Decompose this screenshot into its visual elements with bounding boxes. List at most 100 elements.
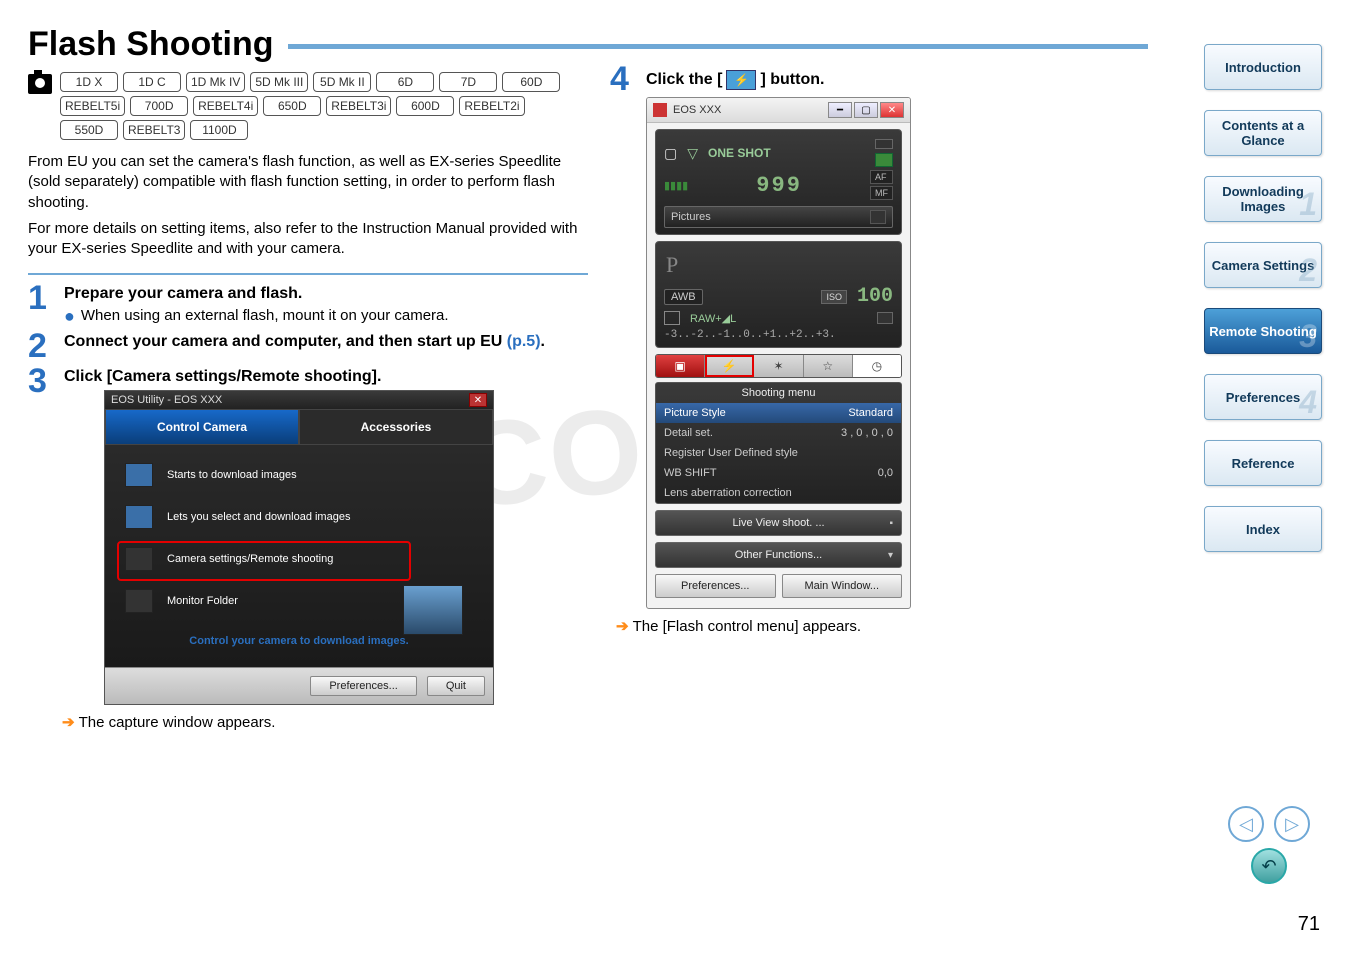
step-1: 1 Prepare your camera and flash. ● When … — [28, 285, 588, 325]
sidebar-item[interactable]: Remote Shooting3 — [1204, 308, 1322, 354]
exposure-scale: -3..-2..-1..0..+1..+2..+3. — [664, 329, 893, 341]
next-page-button[interactable]: ▷ — [1274, 806, 1310, 842]
sidebar-item[interactable]: Index — [1204, 506, 1322, 552]
menu-row[interactable]: Detail set.3 , 0 , 0 , 0 — [656, 423, 901, 443]
menu-row[interactable]: Register User Defined style — [656, 443, 901, 463]
eu-title: EOS Utility - EOS XXX — [111, 394, 469, 406]
menu-title: Shooting menu — [656, 383, 901, 403]
step-3-note: ➔ The capture window appears. — [62, 713, 1148, 731]
cw-preferences-button[interactable]: Preferences... — [655, 574, 776, 598]
page-title: Flash Shooting — [28, 25, 274, 64]
close-icon[interactable]: ✕ — [469, 393, 487, 407]
camera-badge: REBELT3i — [326, 96, 391, 116]
minimize-icon[interactable]: ━ — [828, 102, 852, 118]
menu-row[interactable]: Picture StyleStandard — [656, 403, 901, 423]
eu-item-settings[interactable]: Camera settings/Remote shooting — [125, 547, 473, 571]
folder-icon[interactable] — [870, 210, 886, 224]
menu-key: Picture Style — [664, 407, 848, 419]
step-4-title: Click the [ ⚡ ] button. — [646, 70, 824, 90]
battery-icon — [875, 139, 893, 149]
eu-item-download[interactable]: Starts to download images — [125, 463, 473, 487]
other-functions-button[interactable]: Other Functions... ▾ — [655, 542, 902, 568]
camera-badge: 600D — [396, 96, 454, 116]
tab-custom[interactable]: ✶ — [754, 355, 803, 377]
sidebar-ghost-number: 4 — [1299, 384, 1317, 421]
quality-label[interactable]: RAW+◢L — [690, 312, 736, 325]
camera-badge: 650D — [263, 96, 321, 116]
intro-text: From EU you can set the camera's flash f… — [28, 152, 588, 259]
tab-accessories[interactable]: Accessories — [299, 409, 493, 445]
eu-item-select[interactable]: Lets you select and download images — [125, 505, 473, 529]
page-nav: ◁ ▷ ↶ — [1228, 806, 1310, 884]
live-view-label: Live View shoot. ... — [732, 517, 824, 529]
cw-titlebar: EOS XXX ━ ▢ ✕ — [647, 98, 910, 123]
sidebar-item[interactable]: Downloading Images1 — [1204, 176, 1322, 222]
monitor-icon — [125, 589, 153, 613]
sidebar-item-label: Reference — [1232, 456, 1295, 471]
step-1-number: 1 — [28, 285, 58, 325]
menu-key: Detail set. — [664, 427, 841, 439]
camera-badge: 60D — [502, 72, 560, 92]
step-2: 2 Connect your camera and computer, and … — [28, 333, 588, 360]
cw-main-window-button[interactable]: Main Window... — [782, 574, 903, 598]
awb-button[interactable]: AWB — [664, 289, 703, 305]
camera-badge: 1D X — [60, 72, 118, 92]
eos-utility-window: EOS Utility - EOS XXX ✕ Control Camera A… — [104, 390, 494, 705]
app-icon — [653, 103, 667, 117]
metering-icon[interactable] — [664, 311, 680, 325]
separator — [28, 273, 588, 275]
page-number: 71 — [1298, 913, 1320, 936]
menu-key: Lens aberration correction — [664, 487, 893, 499]
sidebar-item-label: Remote Shooting — [1209, 324, 1317, 339]
pictures-button[interactable]: Pictures — [664, 206, 893, 228]
sidebar-item[interactable]: Introduction — [1204, 44, 1322, 90]
settings-icon — [125, 547, 153, 571]
eu-item-download-label: Starts to download images — [167, 469, 297, 481]
sidebar-item[interactable]: Preferences4 — [1204, 374, 1322, 420]
sidebar-item-label: Introduction — [1225, 60, 1301, 75]
sidebar-item[interactable]: Contents at a Glance — [1204, 110, 1322, 156]
iso-value[interactable]: 100 — [857, 285, 893, 308]
shutter-button[interactable] — [875, 153, 893, 167]
live-view-button[interactable]: Live View shoot. ... ▪ — [655, 510, 902, 536]
tab-timer[interactable]: ◷ — [853, 355, 901, 377]
tab-camera[interactable]: ▣ — [656, 355, 705, 377]
camera-model-badges: 1D X1D C1D Mk IV5D Mk III5D Mk II6D7D60D… — [60, 72, 580, 140]
sidebar-item-label: Downloading Images — [1209, 184, 1317, 214]
maximize-icon[interactable]: ▢ — [854, 102, 878, 118]
eu-quit-button[interactable]: Quit — [427, 676, 485, 696]
preview-monitor-icon — [403, 585, 463, 635]
tab-strip: ▣ ⚡ ✶ ☆ ◷ — [655, 354, 902, 378]
chevron-down-icon: ▾ — [888, 550, 893, 561]
tab-flash[interactable]: ⚡ — [705, 355, 754, 377]
download-icon — [125, 463, 153, 487]
menu-row[interactable]: WB SHIFT0,0 — [656, 463, 901, 483]
camera-badge: 1100D — [190, 120, 248, 140]
step-1-title: Prepare your camera and flash. — [64, 285, 588, 303]
flash-tab-icon: ⚡ — [726, 70, 756, 90]
tab-control-camera[interactable]: Control Camera — [105, 409, 299, 445]
back-button[interactable]: ↶ — [1251, 848, 1287, 884]
sidebar-item[interactable]: Camera Settings2 — [1204, 242, 1322, 288]
camera-badge: 5D Mk III — [250, 72, 308, 92]
title-rule — [288, 44, 1148, 49]
prev-page-button[interactable]: ◁ — [1228, 806, 1264, 842]
camera-badge: 1D C — [123, 72, 181, 92]
step-4-note-text: The [Flash control menu] appears. — [633, 618, 861, 635]
eu-item-select-label: Lets you select and download images — [167, 511, 350, 523]
af-label[interactable]: AF — [870, 170, 893, 184]
mf-label[interactable]: MF — [870, 186, 893, 200]
sidebar-item-label: Contents at a Glance — [1209, 118, 1317, 148]
menu-value: Standard — [848, 407, 893, 419]
tab-star[interactable]: ☆ — [804, 355, 853, 377]
step-2-link[interactable]: (p.5) — [507, 333, 541, 350]
eu-preferences-button[interactable]: Preferences... — [310, 676, 416, 696]
select-icon — [125, 505, 153, 529]
close-icon[interactable]: ✕ — [880, 102, 904, 118]
camera-badge: REBELT3 — [123, 120, 185, 140]
eu-item-monitor-label: Monitor Folder — [167, 595, 238, 607]
sidebar-item[interactable]: Reference — [1204, 440, 1322, 486]
menu-row[interactable]: Lens aberration correction — [656, 483, 901, 503]
mode-label[interactable]: P — [664, 248, 893, 282]
bullet-icon: ● — [64, 307, 75, 325]
